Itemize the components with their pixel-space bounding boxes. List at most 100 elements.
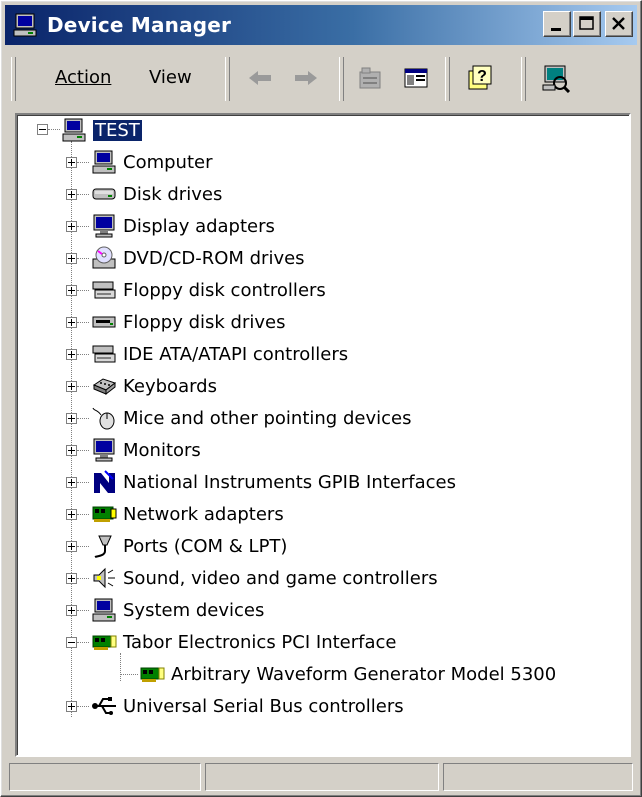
help-icon[interactable]: ? <box>465 63 495 93</box>
tree-item-category[interactable]: Floppy disk drives <box>91 307 285 337</box>
minimize-button[interactable] <box>543 11 571 37</box>
tree-item-category[interactable]: IDE ATA/ATAPI controllers <box>91 339 348 369</box>
tree-item-label: DVD/CD-ROM drives <box>123 247 305 269</box>
collapse-toggle[interactable] <box>66 637 77 648</box>
tree-item-category[interactable]: Computer <box>91 147 212 177</box>
tree-line <box>77 450 89 451</box>
expand-toggle[interactable] <box>66 157 77 168</box>
expand-toggle[interactable] <box>66 573 77 584</box>
window-title: Device Manager <box>47 13 232 37</box>
tree-line <box>77 194 89 195</box>
expand-toggle[interactable] <box>66 413 77 424</box>
tree-item-label: Computer <box>123 151 213 173</box>
speaker-icon <box>93 567 115 589</box>
expand-toggle[interactable] <box>66 381 77 392</box>
tree-line <box>77 386 89 387</box>
tree-item-category[interactable]: Floppy disk controllers <box>91 275 326 305</box>
tree-item-device[interactable]: Arbitrary Waveform Generator Model 5300 <box>139 659 556 689</box>
action-menu-label: Action <box>55 67 112 88</box>
monitor-icon <box>93 438 115 462</box>
tree-line <box>120 674 138 675</box>
toolbar-grip <box>521 57 526 101</box>
expand-toggle[interactable] <box>66 701 77 712</box>
floppy-drive-icon <box>92 316 116 328</box>
device-tree[interactable]: TEST Computer Disk drives Display adapte… <box>15 113 631 757</box>
root-collapse-toggle[interactable] <box>37 124 48 135</box>
tree-line <box>77 706 89 707</box>
network-card-icon <box>92 506 117 522</box>
mouse-icon <box>92 407 115 430</box>
tree-item-category[interactable]: Network adapters <box>91 499 284 529</box>
tree-item-category[interactable]: Monitors <box>91 435 201 465</box>
expand-toggle[interactable] <box>66 189 77 200</box>
computer-icon <box>92 150 116 174</box>
expand-toggle[interactable] <box>66 445 77 456</box>
svg-text:?: ? <box>477 68 487 85</box>
close-icon <box>612 17 625 30</box>
tree-item-category[interactable]: Universal Serial Bus controllers <box>91 691 404 721</box>
tree-item-label: Mice and other pointing devices <box>123 407 412 429</box>
keyboard-icon <box>92 378 117 396</box>
tree-item-label: Keyboards <box>123 375 217 397</box>
pci-card-icon <box>140 667 165 682</box>
tree-line <box>77 642 89 643</box>
tree-item-category[interactable]: Display adapters <box>91 211 275 241</box>
tree-item-label: IDE ATA/ATAPI controllers <box>123 343 349 365</box>
status-bar <box>5 761 637 793</box>
console-tree-icon[interactable] <box>401 63 431 93</box>
tree-line <box>77 514 89 515</box>
tree-item-category[interactable]: Mice and other pointing devices <box>91 403 411 433</box>
expand-toggle[interactable] <box>66 317 77 328</box>
expand-toggle[interactable] <box>66 509 77 520</box>
forward-arrow-icon[interactable] <box>291 63 321 93</box>
title-bar[interactable]: Device Manager <box>5 5 637 45</box>
display-icon <box>93 214 115 238</box>
view-menu-label: View <box>149 67 192 88</box>
toolbar-grip <box>339 57 344 101</box>
maximize-button[interactable] <box>573 11 601 37</box>
tree-item-category[interactable]: DVD/CD-ROM drives <box>91 243 305 273</box>
tree-line <box>77 418 89 419</box>
properties-icon[interactable] <box>355 63 385 93</box>
tree-line <box>77 354 89 355</box>
action-menu[interactable]: Action <box>55 67 111 88</box>
tree-item-label: Universal Serial Bus controllers <box>123 695 404 717</box>
tree-item-label: National Instruments GPIB Interfaces <box>123 471 457 493</box>
tree-item-category[interactable]: Keyboards <box>91 371 217 401</box>
close-button[interactable] <box>605 11 633 37</box>
status-panel <box>443 763 633 791</box>
toolbar-grip <box>445 57 450 101</box>
ni-gpib-icon <box>94 470 115 493</box>
tree-item-category[interactable]: National Instruments GPIB Interfaces <box>91 467 456 497</box>
tree-item-category[interactable]: Ports (COM & LPT) <box>91 531 287 561</box>
toolbar-grip[interactable] <box>225 57 230 101</box>
tree-item-label: Monitors <box>123 439 201 461</box>
computer-icon <box>92 598 116 622</box>
expand-toggle[interactable] <box>66 253 77 264</box>
tree-item-category[interactable]: Tabor Electronics PCI Interface <box>91 627 396 657</box>
view-menu[interactable]: View <box>149 67 192 88</box>
scan-hardware-icon[interactable] <box>541 63 571 93</box>
tree-item-category[interactable]: Disk drives <box>91 179 222 209</box>
tree-item-label: System devices <box>123 599 265 621</box>
expand-toggle[interactable] <box>66 605 77 616</box>
tree-line <box>77 290 89 291</box>
toolbar-grip[interactable] <box>11 57 16 101</box>
expand-toggle[interactable] <box>66 285 77 296</box>
expand-toggle[interactable] <box>66 221 77 232</box>
back-arrow-icon[interactable] <box>245 63 275 93</box>
expand-toggle[interactable] <box>66 349 77 360</box>
tree-item-label: Floppy disk controllers <box>123 279 326 301</box>
controller-icon <box>92 345 116 363</box>
controller-icon <box>92 281 116 299</box>
pci-card-icon <box>92 635 117 650</box>
minimize-icon <box>551 28 561 31</box>
tree-item-category[interactable]: System devices <box>91 595 264 625</box>
tree-line <box>77 226 89 227</box>
expand-toggle[interactable] <box>66 477 77 488</box>
tree-item-category[interactable]: Sound, video and game controllers <box>91 563 438 593</box>
expand-toggle[interactable] <box>66 541 77 552</box>
device-manager-window: Device Manager Action View ? TEST Comput… <box>0 0 642 797</box>
tree-item-label: Sound, video and game controllers <box>123 567 438 589</box>
tree-root[interactable]: TEST <box>61 115 142 145</box>
